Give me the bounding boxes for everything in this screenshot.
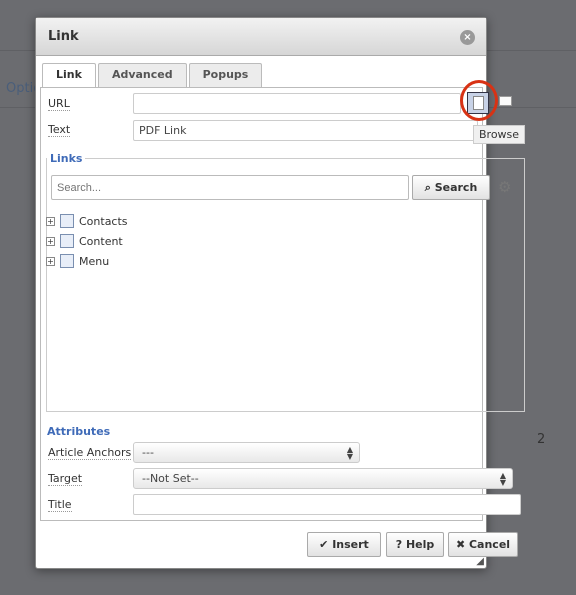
search-icon: ⌕ [424, 181, 435, 194]
search-button-label: Search [434, 181, 478, 194]
attributes-heading: Attributes [47, 425, 111, 438]
contacts-icon [60, 214, 74, 228]
text-input[interactable]: PDF Link [133, 120, 478, 141]
anchors-value: --- [142, 446, 154, 459]
url-label: URL [48, 97, 70, 111]
title-label: Title [48, 498, 72, 512]
check-icon: ✔ [319, 538, 333, 551]
links-legend: Links [50, 152, 83, 165]
select-arrows-icon: ▲ ▼ [499, 471, 506, 487]
url-input[interactable] [133, 93, 461, 114]
expand-icon[interactable]: + [46, 256, 55, 266]
cancel-button[interactable]: ✖ Cancel [448, 532, 518, 557]
dialog-title: Link [48, 29, 79, 44]
bg-counter: 2 [537, 432, 546, 447]
title-input[interactable] [133, 494, 521, 515]
expand-icon[interactable]: + [46, 236, 55, 246]
anchors-label: Article Anchors [48, 446, 132, 460]
anchors-select[interactable]: --- ▲ ▼ [133, 442, 360, 463]
search-button[interactable]: ⌕ Search [412, 175, 490, 200]
link-dialog: Link × Link Advanced Popups URL Text PDF… [35, 17, 525, 569]
dialog-header: Link × [36, 18, 486, 56]
gear-icon[interactable]: ⚙ [498, 178, 511, 196]
insert-button[interactable]: ✔ Insert [307, 532, 381, 557]
tree-item-menu[interactable]: + Menu [46, 254, 109, 268]
question-icon: ? [395, 538, 406, 551]
tab-popups[interactable]: Popups [188, 63, 263, 87]
tree-label: Content [79, 234, 123, 248]
close-icon[interactable]: × [460, 30, 475, 45]
tree-item-contacts[interactable]: + Contacts [46, 214, 128, 228]
email-add-icon[interactable] [499, 96, 512, 106]
x-icon: ✖ [455, 538, 469, 551]
expand-icon[interactable]: + [46, 216, 55, 226]
tree-label: Contacts [79, 214, 128, 228]
target-value: --Not Set-- [142, 472, 199, 485]
target-select[interactable]: --Not Set-- ▲ ▼ [133, 468, 513, 489]
browse-tooltip: Browse [473, 125, 526, 144]
insert-label: Insert [332, 538, 369, 551]
text-label: Text [48, 123, 71, 137]
highlight-circle [460, 80, 498, 121]
help-label: Help [405, 538, 435, 551]
links-search-input[interactable] [51, 175, 409, 200]
resize-handle-icon[interactable]: ◢ [476, 556, 484, 567]
menu-icon [60, 254, 74, 268]
tab-advanced[interactable]: Advanced [97, 63, 187, 87]
cancel-label: Cancel [468, 538, 511, 551]
select-arrows-icon: ▲ ▼ [346, 445, 353, 461]
tree-item-content[interactable]: + Content [46, 234, 123, 248]
target-label: Target [48, 472, 83, 486]
tree-label: Menu [79, 254, 110, 268]
tab-link[interactable]: Link [42, 63, 96, 88]
content-icon [60, 234, 74, 248]
help-button[interactable]: ? Help [386, 532, 444, 557]
